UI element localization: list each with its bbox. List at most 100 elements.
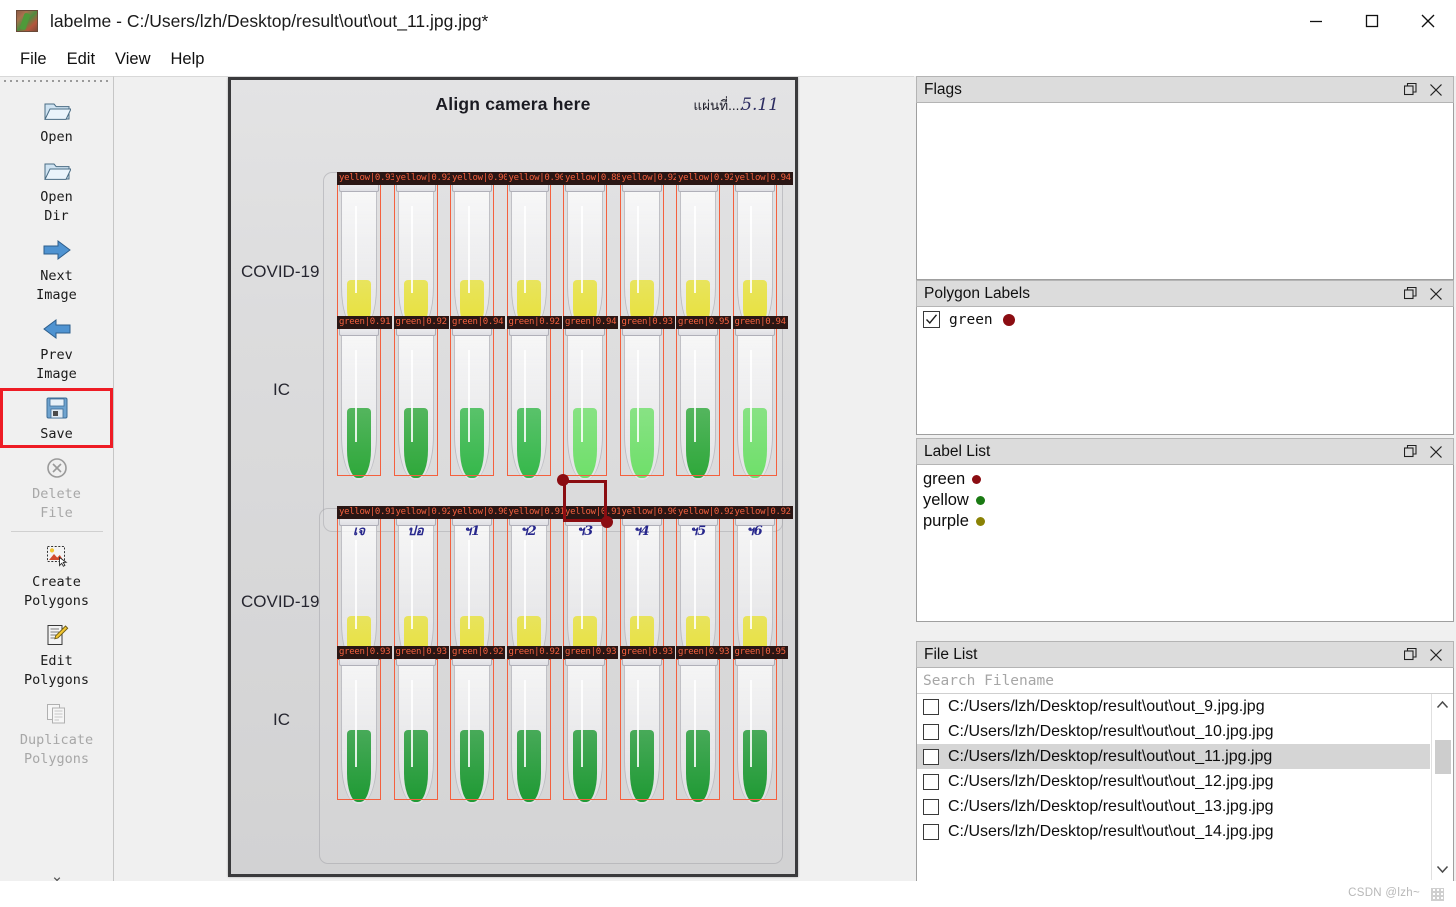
detection-box[interactable]: green|0.93: [619, 646, 675, 800]
minimize-button[interactable]: [1288, 0, 1344, 42]
toolbar-button-edit-polygons[interactable]: Edit Polygons: [0, 615, 113, 694]
label-list-item[interactable]: yellow: [917, 490, 1453, 511]
float-panel-icon[interactable]: [1397, 282, 1423, 306]
toolbar-button-save[interactable]: Save: [0, 388, 113, 448]
menu-edit[interactable]: Edit: [57, 48, 105, 71]
panel-flags-body[interactable]: [916, 103, 1454, 280]
detection-box[interactable]: yellow|0.91: [506, 506, 567, 660]
detection-box[interactable]: yellow|0.90: [450, 506, 511, 660]
detection-box[interactable]: yellow|0.92: [393, 506, 454, 660]
toolbar-button-duplicate-polygons[interactable]: Duplicate Polygons: [0, 694, 113, 773]
checkbox-unchecked-icon[interactable]: [923, 773, 939, 790]
float-panel-icon[interactable]: [1397, 440, 1423, 464]
detection-box[interactable]: yellow|0.92: [619, 172, 680, 324]
float-panel-icon[interactable]: [1397, 78, 1423, 102]
menu-view[interactable]: View: [105, 48, 160, 71]
close-panel-icon[interactable]: [1423, 78, 1449, 102]
detection-box[interactable]: green|0.95: [676, 316, 732, 476]
panel-polygon-labels-body[interactable]: green: [916, 307, 1454, 435]
status-bar: CSDN @lzh~: [0, 881, 1456, 907]
chevron-up-icon[interactable]: [1432, 694, 1454, 716]
panel-file-list-header: File List: [916, 641, 1454, 668]
panel-polygon-labels-title: Polygon Labels: [924, 284, 1030, 302]
label-list-item[interactable]: purple: [917, 511, 1453, 532]
file-list-item[interactable]: C:/Users/lzh/Desktop/result\out\out_10.j…: [917, 719, 1430, 744]
close-panel-icon[interactable]: [1423, 282, 1449, 306]
detection-box[interactable]: green|0.95: [732, 646, 788, 800]
detection-box[interactable]: yellow|0.90: [506, 172, 567, 324]
file-search-field[interactable]: Search Filename: [917, 668, 1453, 694]
detection-box[interactable]: green|0.94: [732, 316, 788, 476]
detection-box[interactable]: green|0.93: [393, 646, 449, 800]
detection-box[interactable]: green|0.94: [563, 316, 619, 476]
file-list-item[interactable]: C:/Users/lzh/Desktop/result\out\out_14.j…: [917, 819, 1430, 844]
toolbar-drag-handle[interactable]: [2, 79, 110, 85]
checkbox-unchecked-icon[interactable]: [923, 698, 939, 715]
window-title: labelme - C:/Users/lzh/Desktop/result\ou…: [50, 10, 489, 31]
scrollbar-thumb[interactable]: [1435, 740, 1451, 774]
toolbar-button-next-image[interactable]: Next Image: [0, 230, 113, 309]
checkbox-checked-icon[interactable]: [923, 311, 940, 328]
panel-flags: Flags: [916, 76, 1454, 280]
polygon-vertex[interactable]: [557, 474, 569, 486]
close-button[interactable]: [1400, 0, 1456, 42]
detection-box[interactable]: yellow|0.91: [337, 506, 398, 660]
label-list-item[interactable]: green: [917, 469, 1453, 490]
file-list-vertical-scrollbar[interactable]: [1431, 694, 1453, 880]
label-list-item-text: yellow: [923, 491, 969, 509]
detection-box[interactable]: green|0.92: [506, 316, 562, 476]
polygon-vertex[interactable]: [601, 516, 613, 528]
detection-box[interactable]: yellow|0.92: [676, 172, 737, 324]
detection-box[interactable]: yellow|0.90: [619, 506, 680, 660]
maximize-button[interactable]: [1344, 0, 1400, 42]
file-list-rows[interactable]: C:/Users/lzh/Desktop/result\out\out_9.jp…: [917, 694, 1430, 880]
detection-label: green|0.91: [337, 316, 393, 329]
detection-box[interactable]: green|0.92: [393, 316, 449, 476]
polygon-label-item[interactable]: green: [917, 307, 1453, 330]
detection-box[interactable]: green|0.92: [506, 646, 562, 800]
detection-box[interactable]: green|0.94: [450, 316, 506, 476]
detection-box[interactable]: green|0.93: [619, 316, 675, 476]
detection-box[interactable]: green|0.93: [563, 646, 619, 800]
toolbar-button-create-polygons[interactable]: Create Polygons: [0, 536, 113, 615]
file-list-item[interactable]: C:/Users/lzh/Desktop/result\out\out_9.jp…: [917, 694, 1430, 719]
toolbar-label-open-dir: Open Dir: [40, 189, 73, 224]
close-panel-icon[interactable]: [1423, 440, 1449, 464]
menu-help[interactable]: Help: [161, 48, 215, 71]
toolbar-button-open-dir[interactable]: Open Dir: [0, 151, 113, 230]
checkbox-unchecked-icon[interactable]: [923, 798, 939, 815]
floppy-disk-icon: [42, 393, 72, 423]
detection-box[interactable]: yellow|0.94: [732, 172, 793, 324]
toolbar-button-prev-image[interactable]: Prev Image: [0, 309, 113, 388]
file-list-item[interactable]: C:/Users/lzh/Desktop/result\out\out_11.j…: [917, 744, 1430, 769]
detection-box[interactable]: green|0.92: [450, 646, 506, 800]
toolbar-button-delete-file[interactable]: Delete File: [0, 448, 113, 527]
detection-box[interactable]: green|0.91: [337, 316, 393, 476]
detection-box[interactable]: yellow|0.88: [563, 172, 624, 324]
detection-box[interactable]: yellow|0.91: [563, 506, 624, 660]
detection-box[interactable]: yellow|0.92: [676, 506, 737, 660]
polygon-in-progress[interactable]: [557, 474, 613, 528]
checkbox-unchecked-icon[interactable]: [923, 723, 939, 740]
chevron-down-icon[interactable]: [1432, 858, 1454, 880]
detection-label: green|0.94: [450, 316, 506, 329]
detection-label: yellow|0.90: [619, 506, 680, 519]
detection-box[interactable]: green|0.93: [337, 646, 393, 800]
detection-box[interactable]: yellow|0.92: [732, 506, 793, 660]
checkbox-unchecked-icon[interactable]: [923, 823, 939, 840]
detection-box[interactable]: yellow|0.93: [337, 172, 398, 324]
image-canvas[interactable]: Align camera here แผ่นที่....5.11 COVID-…: [114, 76, 914, 881]
panel-label-list-title: Label List: [924, 442, 991, 460]
detection-box[interactable]: yellow|0.90: [450, 172, 511, 324]
detection-box[interactable]: yellow|0.92: [393, 172, 454, 324]
float-panel-icon[interactable]: [1397, 643, 1423, 667]
file-list-item[interactable]: C:/Users/lzh/Desktop/result\out\out_12.j…: [917, 769, 1430, 794]
checkbox-unchecked-icon[interactable]: [923, 748, 939, 765]
detection-box[interactable]: green|0.93: [676, 646, 732, 800]
menu-file[interactable]: File: [10, 48, 57, 71]
close-panel-icon[interactable]: [1423, 643, 1449, 667]
panel-label-list-body[interactable]: green yellow purple: [916, 465, 1454, 622]
photo-row-label-4: IC: [273, 710, 290, 729]
toolbar-button-open[interactable]: Open: [0, 91, 113, 151]
file-list-item[interactable]: C:/Users/lzh/Desktop/result\out\out_13.j…: [917, 794, 1430, 819]
